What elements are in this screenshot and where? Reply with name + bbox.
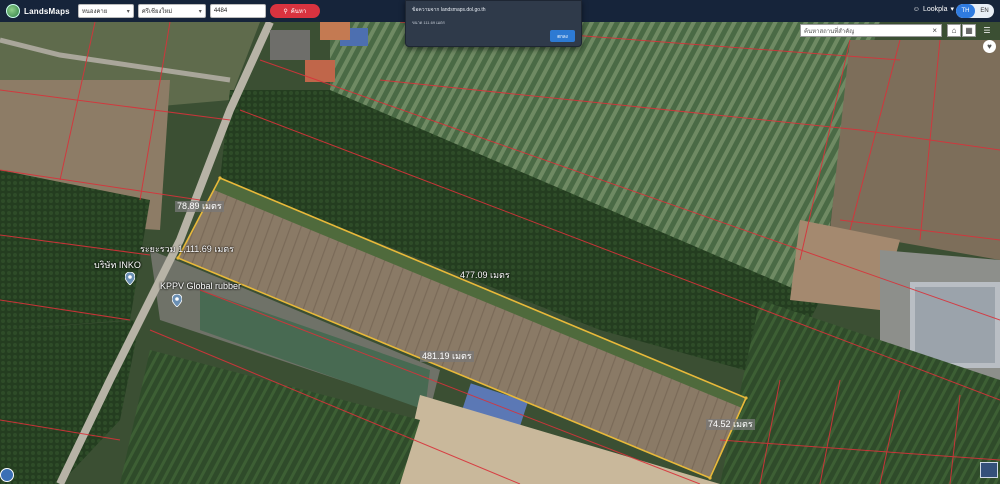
search-icon: ⚲	[283, 8, 288, 15]
parcel-number-input[interactable]: 4484	[209, 4, 266, 18]
poi-label[interactable]: KPPV Global rubber	[160, 281, 241, 291]
poi-label[interactable]: บริษัท INKO	[94, 258, 141, 272]
chevron-down-icon: ▾	[126, 8, 130, 15]
chevron-down-icon: ▾	[950, 6, 954, 13]
lang-en-button[interactable]: EN	[975, 4, 994, 18]
user-name: Lookpla	[922, 5, 948, 13]
user-icon: ☺	[912, 5, 920, 13]
user-menu[interactable]: ☺ Lookpla ▾	[912, 5, 954, 14]
lang-th-button[interactable]: TH	[956, 4, 975, 18]
layers-icon[interactable]: ☰	[980, 24, 994, 37]
province-select[interactable]: หนองคาย ▾	[77, 4, 134, 18]
measurement-total: ระยะรวม 1,111.69 เมตร	[140, 244, 234, 254]
amphoe-value: ศรีเชียงใหม่	[141, 9, 173, 15]
building-icon[interactable]	[980, 462, 998, 478]
measurement-right-side: 74.52 เมตร	[706, 419, 755, 430]
measurement-left-side: 78.89 เมตร	[175, 201, 224, 212]
location-icon[interactable]	[0, 468, 14, 482]
measurement-bottom-side: 481.19 เมตร	[420, 351, 474, 362]
language-toggle[interactable]: TH EN	[956, 4, 994, 18]
province-value: หนองคาย	[81, 9, 108, 15]
heart-icon[interactable]: ♥	[983, 40, 996, 53]
app-name: LandsMaps	[24, 6, 70, 16]
search-button-label: ค้นหา	[290, 9, 307, 15]
alert-ok-button[interactable]: ตกลง	[550, 30, 575, 42]
chevron-down-icon: ▾	[198, 8, 202, 15]
alert-message: ขนาด 111.69 เมตร	[412, 20, 445, 25]
map-pin-icon[interactable]	[125, 272, 135, 285]
building-icon[interactable]: ⌂	[947, 24, 961, 37]
app-logo[interactable]: LandsMaps	[6, 4, 70, 18]
logo-icon	[6, 4, 20, 18]
close-icon[interactable]: ×	[932, 26, 937, 35]
alert-title: ข้อความจาก landsmaps.dol.go.th	[412, 7, 486, 13]
map-view[interactable]: LandsMaps หนองคาย ▾ ศรีเชียงใหม่ ▾ 4484 …	[0, 0, 1000, 484]
grid-icon[interactable]: ▦	[962, 24, 976, 37]
search-button[interactable]: ⚲ ค้นหา	[269, 4, 320, 18]
place-search-input[interactable]: ค้นหาสถานที่สำคัญ ×	[800, 24, 942, 37]
place-search-placeholder: ค้นหาสถานที่สำคัญ	[804, 28, 855, 35]
alert-dialog: ข้อความจาก landsmaps.dol.go.th ขนาด 111.…	[405, 0, 582, 47]
amphoe-select[interactable]: ศรีเชียงใหม่ ▾	[137, 4, 206, 18]
map-pin-icon[interactable]	[172, 294, 182, 307]
measurement-top-side: 477.09 เมตร	[460, 270, 510, 280]
